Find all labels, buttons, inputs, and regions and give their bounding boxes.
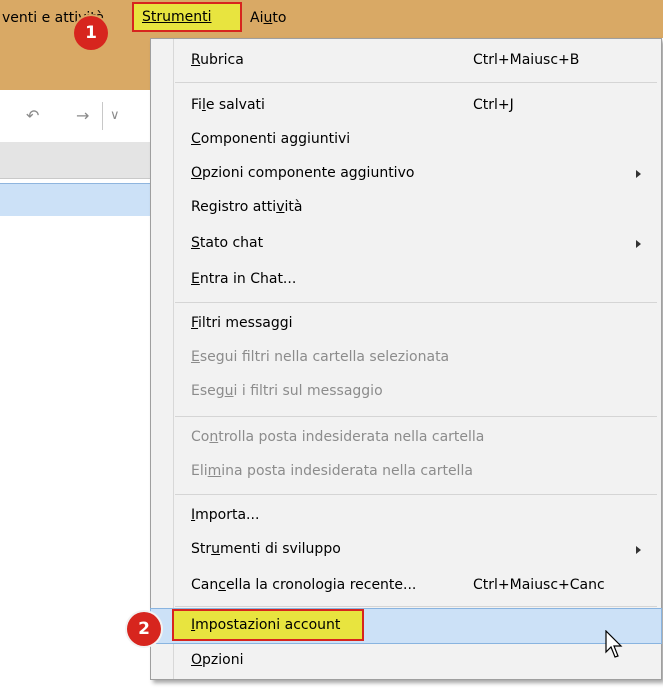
menu-help-label-post: to xyxy=(272,10,287,26)
menu-item-chat-status[interactable]: Stato chat xyxy=(151,227,661,261)
menu-item-activity-log[interactable]: Registro attività xyxy=(151,191,661,225)
menu-item-label: Strumenti di sviluppo xyxy=(191,541,341,557)
chevron-down-icon[interactable]: ∨ xyxy=(110,108,120,123)
menu-item-label: Opzioni componente aggiuntivo xyxy=(191,165,415,181)
menu-item-label: Esegui i filtri sul messaggio xyxy=(191,383,383,399)
menu-item-label: Stato chat xyxy=(191,235,264,251)
toolbar-divider xyxy=(102,102,103,130)
menu-item-account-settings[interactable]: Impostazioni account xyxy=(150,608,662,644)
menu-item-label: Controlla posta indesiderata nella carte… xyxy=(191,429,485,445)
menu-help-label-pre: Ai xyxy=(250,10,264,26)
menu-separator xyxy=(175,82,657,83)
menu-item-options[interactable]: Opzioni xyxy=(151,644,661,678)
menu-item-shortcut: Ctrl+Maiusc+Canc xyxy=(473,577,605,593)
app-header-band xyxy=(0,38,150,90)
submenu-arrow-icon xyxy=(636,546,641,554)
callout-badge-step-1: 1 xyxy=(74,16,108,50)
menu-tools-label: Strumenti xyxy=(142,9,212,25)
callout-badge-step-2: 2 xyxy=(127,612,161,646)
menu-item-run-filters-message: Esegui i filtri sul messaggio xyxy=(151,375,661,409)
menu-separator xyxy=(175,494,657,495)
submenu-arrow-icon xyxy=(636,240,641,248)
menu-item-saved-files[interactable]: File salvati Ctrl+J xyxy=(151,89,661,123)
menu-item-addons[interactable]: Componenti aggiuntivi xyxy=(151,123,661,157)
menu-help-label-mnemonic: u xyxy=(263,10,273,26)
menu-item-check-junk: Controlla posta indesiderata nella carte… xyxy=(151,421,661,455)
submenu-arrow-icon xyxy=(636,170,641,178)
menu-item-import[interactable]: Importa... xyxy=(151,499,661,533)
menu-item-label: Entra in Chat... xyxy=(191,271,297,287)
menu-separator xyxy=(175,606,657,607)
menu-item-delete-junk: Elimina posta indesiderata nella cartell… xyxy=(151,455,661,489)
menu-item-label: Importa... xyxy=(191,507,260,523)
menu-item-label: Registro attività xyxy=(191,199,303,215)
menu-item-shortcut: Ctrl+Maiusc+B xyxy=(473,52,580,68)
reply-all-icon[interactable]: ↶ xyxy=(26,106,39,125)
menu-item-label: Opzioni xyxy=(191,652,244,668)
menu-item-developer-tools[interactable]: Strumenti di sviluppo xyxy=(151,533,661,567)
message-list xyxy=(0,216,150,690)
menu-item-label: Elimina posta indesiderata nella cartell… xyxy=(191,463,473,479)
menu-item-join-chat[interactable]: Entra in Chat... xyxy=(151,263,661,297)
menu-item-label: File salvati xyxy=(191,97,265,113)
menu-help[interactable]: Aiuto xyxy=(250,10,286,26)
tools-dropdown-menu: Rubrica Ctrl+Maiusc+B File salvati Ctrl+… xyxy=(150,38,662,680)
menu-separator xyxy=(175,302,657,303)
menu-item-label: Filtri messaggi xyxy=(191,315,293,331)
menu-item-run-filters-folder: Esegui filtri nella cartella selezionata xyxy=(151,341,661,375)
menu-item-label: Rubrica xyxy=(191,52,244,68)
app-toolbar: ↶ → ∨ xyxy=(0,90,150,142)
menu-item-label: Impostazioni account xyxy=(172,609,364,641)
menu-item-addon-options[interactable]: Opzioni componente aggiuntivo xyxy=(151,157,661,191)
menu-item-label: Cancella la cronologia recente... xyxy=(191,577,417,593)
menu-item-shortcut: Ctrl+J xyxy=(473,97,514,113)
menu-tools[interactable]: Strumenti xyxy=(132,2,242,32)
menu-item-message-filters[interactable]: Filtri messaggi xyxy=(151,307,661,341)
menu-separator xyxy=(175,416,657,417)
menu-item-label: Componenti aggiuntivi xyxy=(191,131,351,147)
menu-item-address-book[interactable]: Rubrica Ctrl+Maiusc+B xyxy=(151,44,661,78)
menu-item-label: Esegui filtri nella cartella selezionata xyxy=(191,349,450,365)
forward-icon[interactable]: → xyxy=(76,106,89,125)
selected-list-row[interactable] xyxy=(0,183,150,217)
column-header-strip xyxy=(0,142,150,179)
mouse-pointer-icon xyxy=(605,630,623,658)
menu-item-clear-history[interactable]: Cancella la cronologia recente... Ctrl+M… xyxy=(151,569,661,603)
